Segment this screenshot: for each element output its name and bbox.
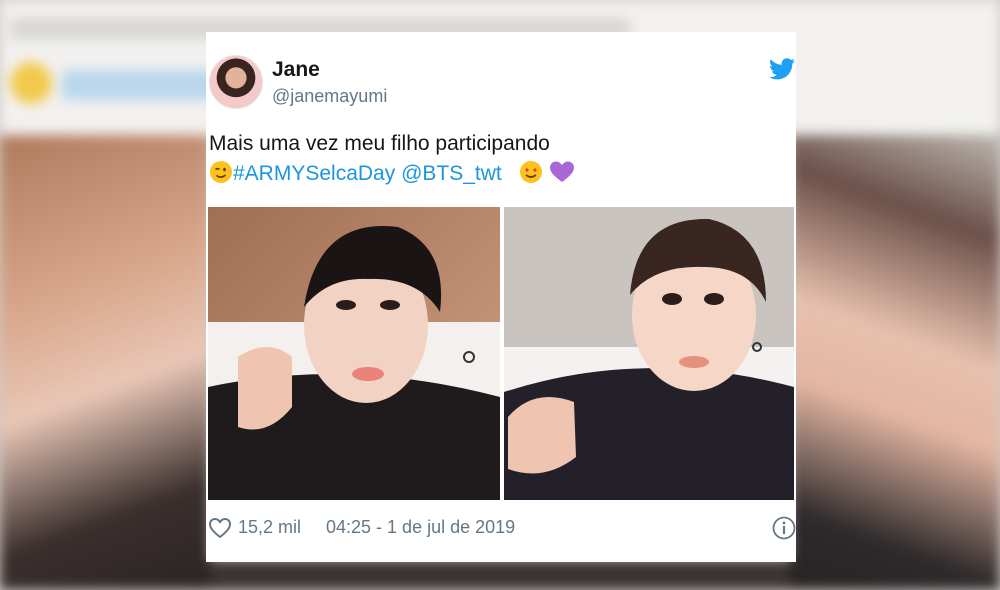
- author-handle[interactable]: @janemayumi: [272, 86, 387, 107]
- background-right-photo: [790, 135, 1000, 590]
- tweet-text-line2: #ARMYSelcaDay @BTS_twt: [209, 159, 779, 189]
- photo-right-image: [504, 207, 794, 500]
- winking-face-emoji: [210, 161, 232, 183]
- purple-heart-emoji: [550, 161, 575, 182]
- tweet-timestamp[interactable]: 04:25 - 1 de jul de 2019: [326, 517, 515, 538]
- avatar[interactable]: [209, 55, 263, 109]
- background-emoji-blur: [10, 62, 52, 104]
- tweet-card: Jane @janemayumi Mais uma vez meu filho …: [206, 32, 796, 562]
- tweet-text-line1: Mais uma vez meu filho participando: [209, 132, 550, 155]
- tweet-text: Mais uma vez meu filho participando #ARM…: [209, 129, 779, 189]
- like-count[interactable]: 15,2 mil: [238, 517, 301, 538]
- twitter-bird-icon[interactable]: [769, 58, 795, 80]
- photo-right[interactable]: [504, 207, 794, 500]
- author-name[interactable]: Jane: [272, 58, 320, 82]
- photo-left-image: [208, 207, 500, 500]
- tweet-media: [208, 207, 794, 500]
- mention-link[interactable]: @BTS_twt: [401, 162, 502, 185]
- background-bottom: [210, 560, 790, 590]
- hashtag-link[interactable]: #ARMYSelcaDay: [233, 162, 395, 185]
- smiling-face-with-heart-eyes-emoji: [520, 161, 543, 183]
- info-icon[interactable]: [772, 516, 796, 540]
- tweet-footer: 15,2 mil 04:25 - 1 de jul de 2019: [208, 514, 796, 544]
- background-left-photo: [0, 135, 210, 590]
- photo-left[interactable]: [208, 207, 500, 500]
- heart-icon[interactable]: [208, 517, 232, 539]
